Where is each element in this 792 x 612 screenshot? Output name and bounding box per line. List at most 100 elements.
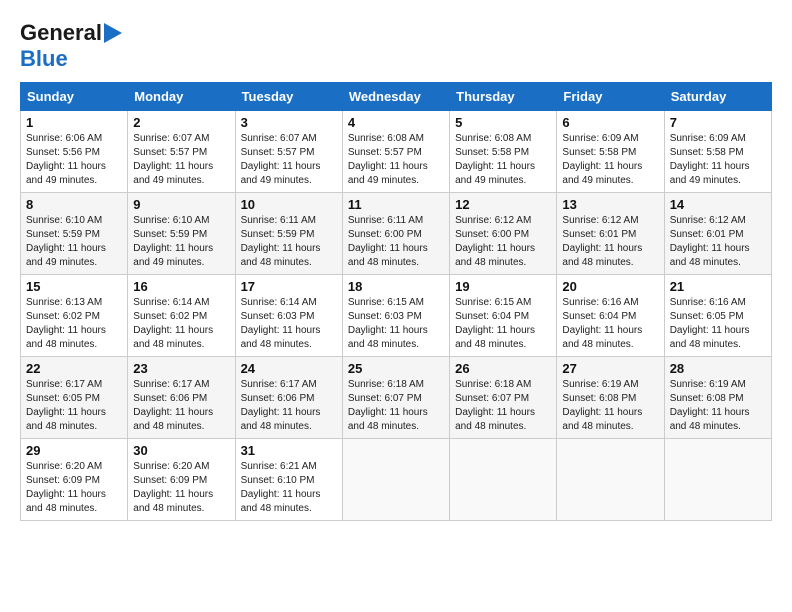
calendar-cell: 10 Sunrise: 6:11 AM Sunset: 5:59 PM Dayl…	[235, 193, 342, 275]
day-number: 11	[348, 197, 444, 212]
calendar-cell: 22 Sunrise: 6:17 AM Sunset: 6:05 PM Dayl…	[21, 357, 128, 439]
calendar-week-1: 1 Sunrise: 6:06 AM Sunset: 5:56 PM Dayli…	[21, 111, 772, 193]
calendar-week-2: 8 Sunrise: 6:10 AM Sunset: 5:59 PM Dayli…	[21, 193, 772, 275]
day-info: Sunrise: 6:13 AM Sunset: 6:02 PM Dayligh…	[26, 296, 122, 352]
day-info: Sunrise: 6:15 AM Sunset: 6:03 PM Dayligh…	[348, 296, 444, 352]
day-info: Sunrise: 6:20 AM Sunset: 6:09 PM Dayligh…	[26, 460, 122, 516]
calendar-header-row: SundayMondayTuesdayWednesdayThursdayFrid…	[21, 83, 772, 111]
day-info: Sunrise: 6:12 AM Sunset: 6:00 PM Dayligh…	[455, 214, 551, 270]
day-info: Sunrise: 6:12 AM Sunset: 6:01 PM Dayligh…	[670, 214, 766, 270]
day-number: 14	[670, 197, 766, 212]
calendar-cell: 12 Sunrise: 6:12 AM Sunset: 6:00 PM Dayl…	[450, 193, 557, 275]
day-header-wednesday: Wednesday	[342, 83, 449, 111]
day-info: Sunrise: 6:19 AM Sunset: 6:08 PM Dayligh…	[670, 378, 766, 434]
day-info: Sunrise: 6:14 AM Sunset: 6:03 PM Dayligh…	[241, 296, 337, 352]
day-info: Sunrise: 6:17 AM Sunset: 6:05 PM Dayligh…	[26, 378, 122, 434]
day-number: 21	[670, 279, 766, 294]
calendar-cell: 11 Sunrise: 6:11 AM Sunset: 6:00 PM Dayl…	[342, 193, 449, 275]
calendar-cell: 18 Sunrise: 6:15 AM Sunset: 6:03 PM Dayl…	[342, 275, 449, 357]
day-info: Sunrise: 6:16 AM Sunset: 6:05 PM Dayligh…	[670, 296, 766, 352]
day-number: 28	[670, 361, 766, 376]
day-info: Sunrise: 6:10 AM Sunset: 5:59 PM Dayligh…	[133, 214, 229, 270]
calendar-week-4: 22 Sunrise: 6:17 AM Sunset: 6:05 PM Dayl…	[21, 357, 772, 439]
calendar-cell: 5 Sunrise: 6:08 AM Sunset: 5:58 PM Dayli…	[450, 111, 557, 193]
day-number: 16	[133, 279, 229, 294]
logo-text-blue: Blue	[20, 46, 68, 72]
day-header-sunday: Sunday	[21, 83, 128, 111]
calendar-cell: 31 Sunrise: 6:21 AM Sunset: 6:10 PM Dayl…	[235, 439, 342, 521]
day-info: Sunrise: 6:07 AM Sunset: 5:57 PM Dayligh…	[133, 132, 229, 188]
calendar-cell: 28 Sunrise: 6:19 AM Sunset: 6:08 PM Dayl…	[664, 357, 771, 439]
day-number: 10	[241, 197, 337, 212]
calendar-cell: 30 Sunrise: 6:20 AM Sunset: 6:09 PM Dayl…	[128, 439, 235, 521]
day-info: Sunrise: 6:10 AM Sunset: 5:59 PM Dayligh…	[26, 214, 122, 270]
calendar-cell: 6 Sunrise: 6:09 AM Sunset: 5:58 PM Dayli…	[557, 111, 664, 193]
day-info: Sunrise: 6:14 AM Sunset: 6:02 PM Dayligh…	[133, 296, 229, 352]
day-info: Sunrise: 6:17 AM Sunset: 6:06 PM Dayligh…	[133, 378, 229, 434]
day-number: 26	[455, 361, 551, 376]
day-info: Sunrise: 6:17 AM Sunset: 6:06 PM Dayligh…	[241, 378, 337, 434]
day-number: 17	[241, 279, 337, 294]
day-number: 18	[348, 279, 444, 294]
day-info: Sunrise: 6:09 AM Sunset: 5:58 PM Dayligh…	[562, 132, 658, 188]
calendar-week-5: 29 Sunrise: 6:20 AM Sunset: 6:09 PM Dayl…	[21, 439, 772, 521]
day-number: 29	[26, 443, 122, 458]
calendar-cell: 19 Sunrise: 6:15 AM Sunset: 6:04 PM Dayl…	[450, 275, 557, 357]
day-number: 22	[26, 361, 122, 376]
calendar-cell: 2 Sunrise: 6:07 AM Sunset: 5:57 PM Dayli…	[128, 111, 235, 193]
day-info: Sunrise: 6:19 AM Sunset: 6:08 PM Dayligh…	[562, 378, 658, 434]
day-info: Sunrise: 6:08 AM Sunset: 5:58 PM Dayligh…	[455, 132, 551, 188]
day-info: Sunrise: 6:21 AM Sunset: 6:10 PM Dayligh…	[241, 460, 337, 516]
page-header: General Blue	[20, 20, 772, 72]
day-header-monday: Monday	[128, 83, 235, 111]
day-number: 27	[562, 361, 658, 376]
day-number: 13	[562, 197, 658, 212]
calendar-cell	[342, 439, 449, 521]
calendar-week-3: 15 Sunrise: 6:13 AM Sunset: 6:02 PM Dayl…	[21, 275, 772, 357]
day-info: Sunrise: 6:12 AM Sunset: 6:01 PM Dayligh…	[562, 214, 658, 270]
day-number: 20	[562, 279, 658, 294]
day-number: 30	[133, 443, 229, 458]
day-info: Sunrise: 6:20 AM Sunset: 6:09 PM Dayligh…	[133, 460, 229, 516]
calendar-cell: 16 Sunrise: 6:14 AM Sunset: 6:02 PM Dayl…	[128, 275, 235, 357]
calendar-cell: 4 Sunrise: 6:08 AM Sunset: 5:57 PM Dayli…	[342, 111, 449, 193]
calendar-cell	[557, 439, 664, 521]
day-number: 15	[26, 279, 122, 294]
calendar-cell: 24 Sunrise: 6:17 AM Sunset: 6:06 PM Dayl…	[235, 357, 342, 439]
day-info: Sunrise: 6:08 AM Sunset: 5:57 PM Dayligh…	[348, 132, 444, 188]
calendar-cell: 25 Sunrise: 6:18 AM Sunset: 6:07 PM Dayl…	[342, 357, 449, 439]
calendar-table: SundayMondayTuesdayWednesdayThursdayFrid…	[20, 82, 772, 521]
calendar-cell: 27 Sunrise: 6:19 AM Sunset: 6:08 PM Dayl…	[557, 357, 664, 439]
day-number: 6	[562, 115, 658, 130]
calendar-cell	[664, 439, 771, 521]
calendar-cell: 14 Sunrise: 6:12 AM Sunset: 6:01 PM Dayl…	[664, 193, 771, 275]
calendar-cell: 29 Sunrise: 6:20 AM Sunset: 6:09 PM Dayl…	[21, 439, 128, 521]
calendar-cell: 9 Sunrise: 6:10 AM Sunset: 5:59 PM Dayli…	[128, 193, 235, 275]
day-info: Sunrise: 6:11 AM Sunset: 6:00 PM Dayligh…	[348, 214, 444, 270]
day-number: 25	[348, 361, 444, 376]
calendar-cell: 1 Sunrise: 6:06 AM Sunset: 5:56 PM Dayli…	[21, 111, 128, 193]
day-header-tuesday: Tuesday	[235, 83, 342, 111]
day-info: Sunrise: 6:16 AM Sunset: 6:04 PM Dayligh…	[562, 296, 658, 352]
calendar-cell: 21 Sunrise: 6:16 AM Sunset: 6:05 PM Dayl…	[664, 275, 771, 357]
day-number: 1	[26, 115, 122, 130]
calendar-cell: 3 Sunrise: 6:07 AM Sunset: 5:57 PM Dayli…	[235, 111, 342, 193]
day-info: Sunrise: 6:09 AM Sunset: 5:58 PM Dayligh…	[670, 132, 766, 188]
day-number: 5	[455, 115, 551, 130]
day-number: 24	[241, 361, 337, 376]
day-header-thursday: Thursday	[450, 83, 557, 111]
day-info: Sunrise: 6:07 AM Sunset: 5:57 PM Dayligh…	[241, 132, 337, 188]
calendar-cell: 13 Sunrise: 6:12 AM Sunset: 6:01 PM Dayl…	[557, 193, 664, 275]
logo: General Blue	[20, 20, 122, 72]
day-number: 8	[26, 197, 122, 212]
day-number: 4	[348, 115, 444, 130]
day-number: 23	[133, 361, 229, 376]
calendar-cell: 23 Sunrise: 6:17 AM Sunset: 6:06 PM Dayl…	[128, 357, 235, 439]
day-number: 9	[133, 197, 229, 212]
day-number: 7	[670, 115, 766, 130]
day-number: 19	[455, 279, 551, 294]
day-number: 12	[455, 197, 551, 212]
calendar-cell: 8 Sunrise: 6:10 AM Sunset: 5:59 PM Dayli…	[21, 193, 128, 275]
logo-arrow-icon	[104, 23, 122, 43]
calendar-cell: 26 Sunrise: 6:18 AM Sunset: 6:07 PM Dayl…	[450, 357, 557, 439]
